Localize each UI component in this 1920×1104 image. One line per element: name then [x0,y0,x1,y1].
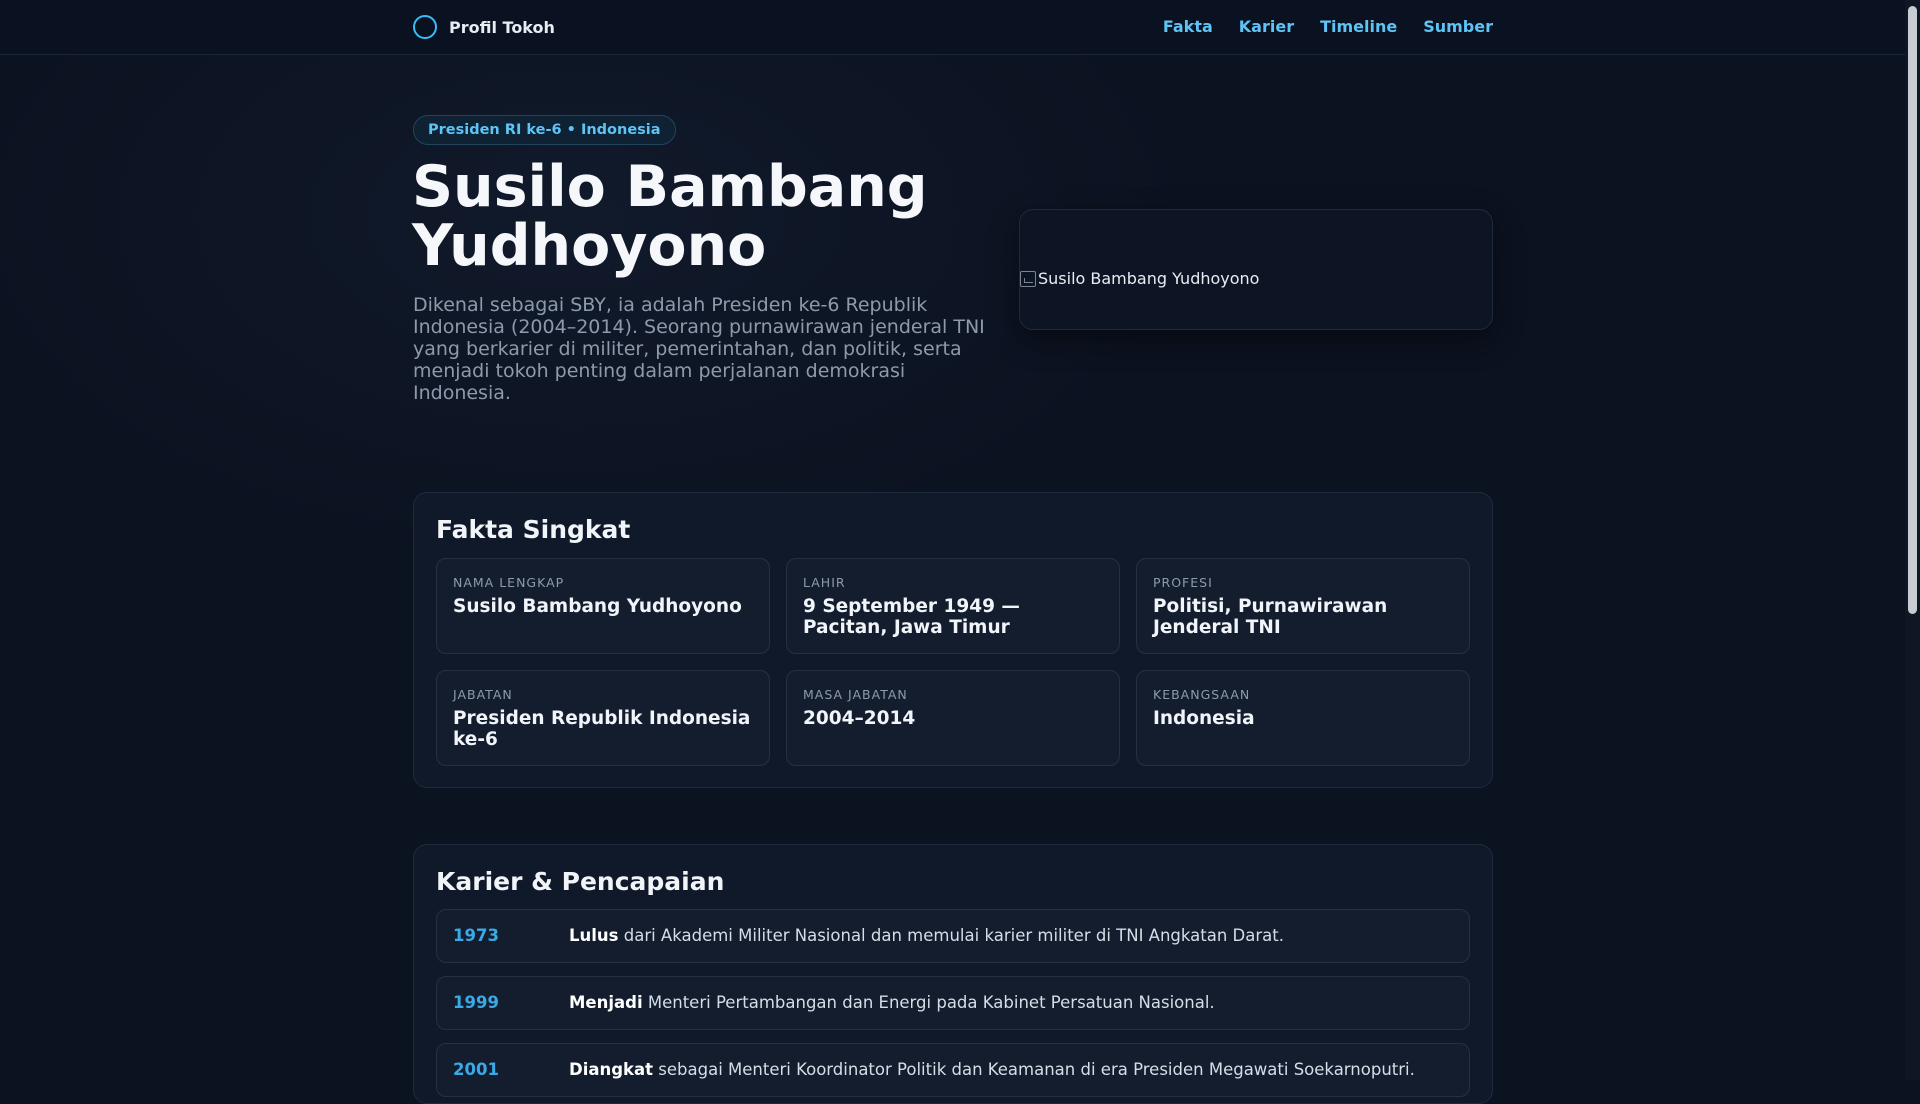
facts-title: Fakta Singkat [436,515,631,544]
timeline-detail: dari Akademi Militer Nasional dan memula… [618,926,1284,945]
timeline-row: 2001 Diangkat sebagai Menteri Koordinato… [436,1043,1470,1097]
nav-link-fakta[interactable]: Fakta [1163,17,1213,36]
fact-label: LAHIR [803,575,846,590]
broken-image-icon [1020,270,1036,287]
timeline-text: Menjadi Menteri Pertambangan dan Energi … [569,993,1215,1012]
fact-label: JABATAN [453,687,513,702]
hero-badge: Presiden RI ke-6 • Indonesia [413,115,676,145]
timeline-year: 1999 [453,993,499,1012]
page-scrollbar[interactable] [1905,0,1920,1080]
career-title: Karier & Pencapaian [436,867,725,896]
nav-link-sumber[interactable]: Sumber [1423,17,1493,36]
page-title: Susilo Bambang Yudhoyono [412,154,928,279]
circle-logo-icon [413,15,437,39]
fact-card-position: JABATAN Presiden Republik Indonesia ke-6 [436,670,770,766]
timeline-row: 1973 Lulus dari Akademi Militer Nasional… [436,909,1470,963]
brand-name: Profil Tokoh [449,17,555,37]
timeline-lead: Menjadi [569,993,643,1012]
portrait-alt-text: Susilo Bambang Yudhoyono [1038,269,1260,288]
scrollbar-thumb[interactable] [1908,6,1917,614]
hero-description: Dikenal sebagai SBY, ia adalah Presiden … [413,294,985,404]
portrait-card: Susilo Bambang Yudhoyono [1019,209,1493,330]
fact-value: 9 September 1949 — Pacitan, Jawa Timur [803,596,1020,638]
facts-section: Fakta Singkat NAMA LENGKAP Susilo Bamban… [413,492,1493,788]
nav-link-timeline[interactable]: Timeline [1320,17,1397,36]
timeline-row: 1999 Menjadi Menteri Pertambangan dan En… [436,976,1470,1030]
timeline-year: 2001 [453,1060,499,1079]
timeline-detail: sebagai Menteri Koordinator Politik dan … [653,1060,1415,1079]
fact-label: NAMA LENGKAP [453,575,565,590]
fact-value: Susilo Bambang Yudhoyono [453,596,742,617]
fact-value: Indonesia [1153,708,1255,729]
brand[interactable]: Profil Tokoh [413,15,555,39]
timeline-detail: Menteri Pertambangan dan Energi pada Kab… [642,993,1215,1012]
top-navbar: Profil Tokoh Fakta Karier Timeline Sumbe… [0,0,1905,55]
fact-card-profession: PROFESI Politisi, Purnawirawan Jenderal … [1136,558,1470,654]
fact-label: PROFESI [1153,575,1213,590]
timeline-lead: Diangkat [569,1060,654,1079]
timeline-text: Lulus dari Akademi Militer Nasional dan … [569,926,1284,945]
nav-link-karier[interactable]: Karier [1239,17,1294,36]
fact-label: KEBANGSAAN [1153,687,1251,702]
fact-card-nationality: KEBANGSAAN Indonesia [1136,670,1470,766]
career-section: Karier & Pencapaian 1973 Lulus dari Akad… [413,844,1493,1104]
timeline-text: Diangkat sebagai Menteri Koordinator Pol… [569,1060,1415,1079]
fact-value: Presiden Republik Indonesia ke-6 [453,708,751,750]
fact-card-full-name: NAMA LENGKAP Susilo Bambang Yudhoyono [436,558,770,654]
portrait-image: Susilo Bambang Yudhoyono [1020,269,1259,288]
fact-value: Politisi, Purnawirawan Jenderal TNI [1153,596,1388,638]
fact-card-term: MASA JABATAN 2004–2014 [786,670,1120,766]
timeline-lead: Lulus [569,926,619,945]
fact-label: MASA JABATAN [803,687,908,702]
fact-card-born: LAHIR 9 September 1949 — Pacitan, Jawa T… [786,558,1120,654]
main-nav: Fakta Karier Timeline Sumber [1163,17,1493,36]
fact-value: 2004–2014 [803,708,916,729]
timeline-year: 1973 [453,926,499,945]
